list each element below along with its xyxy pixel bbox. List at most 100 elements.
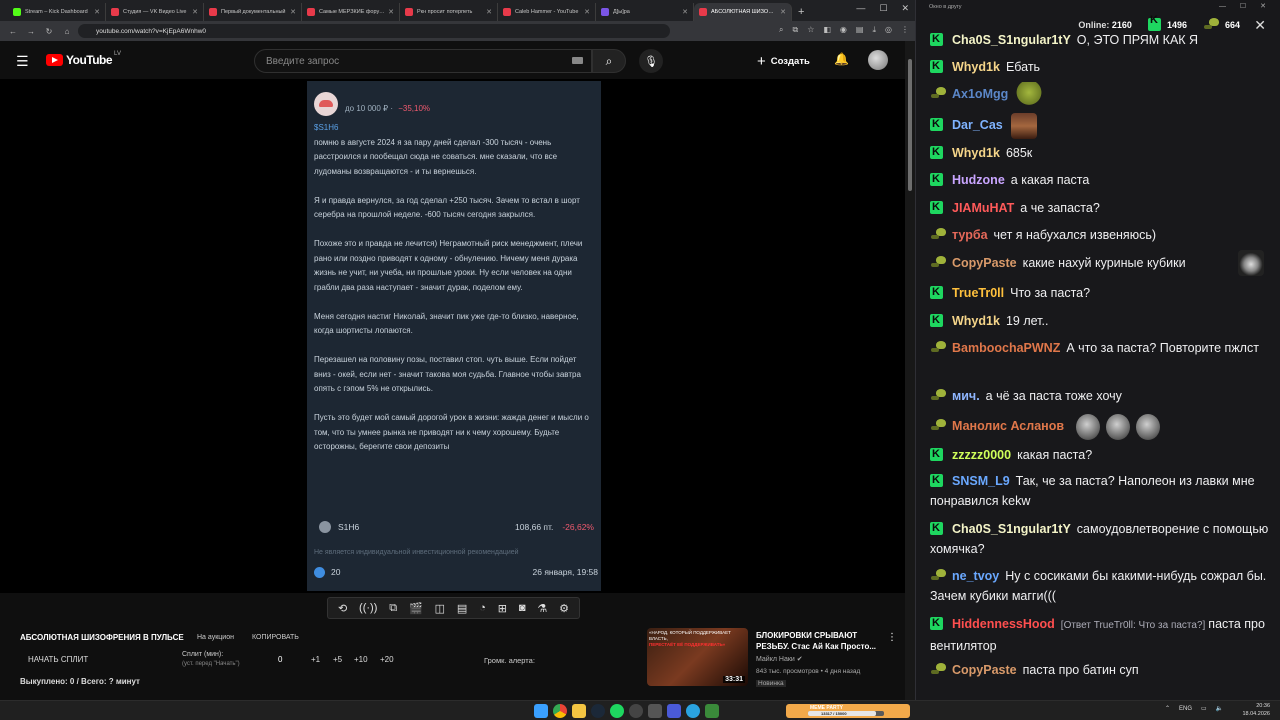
copy-button[interactable]: КОПИРОВАТЬ <box>252 634 299 641</box>
telegram-icon[interactable] <box>686 704 700 718</box>
film-icon[interactable]: ▤ <box>457 602 467 615</box>
chat-username[interactable]: ne_tvoy <box>952 569 999 583</box>
auction-button[interactable]: На аукцион <box>197 634 234 641</box>
loop-icon[interactable]: ⟲ <box>338 602 347 615</box>
split-minutes-value[interactable]: 0 <box>278 655 282 664</box>
tab-close-icon[interactable]: ✕ <box>94 8 100 16</box>
video-thumbnail[interactable]: «НАРОД, КОТОРЫЙ ПОДДЕРЖИВАЕТ ВЛАСТЬ, ПЕР… <box>647 628 748 686</box>
chat-username[interactable]: HiddennessHood <box>952 617 1055 631</box>
app-icon[interactable] <box>648 704 662 718</box>
scrollbar-thumb[interactable] <box>908 59 912 191</box>
forward-icon[interactable]: → <box>22 27 40 36</box>
start-split-button[interactable]: НАЧАТЬ СПЛИТ <box>28 655 88 664</box>
picture-in-picture-icon[interactable]: ⧉ <box>389 602 397 615</box>
tab-close-icon[interactable]: ✕ <box>682 8 688 16</box>
windows-start-icon[interactable] <box>534 704 548 718</box>
browser-tab[interactable]: Stream – Kick Dashboard ✕ <box>8 3 106 21</box>
add-10-button[interactable]: +10 <box>354 655 368 664</box>
create-button[interactable]: + Создать <box>757 49 810 73</box>
window-controls[interactable]: — ☐ ✕ <box>1219 2 1272 10</box>
back-icon[interactable]: ← <box>4 27 22 36</box>
chat-username[interactable]: Whyd1k <box>952 146 1000 160</box>
youtube-logo[interactable]: YouTube LV <box>46 51 121 67</box>
add-clip-icon[interactable]: ⊞ <box>498 602 507 615</box>
chat-reply-reference[interactable]: [Ответ TrueTr0ll: Что за паста?] <box>1061 620 1206 631</box>
url-field[interactable]: youtube.com/watch?v=KjEpA6Wnhw0 <box>78 24 670 38</box>
page-scrollbar[interactable] <box>905 41 915 700</box>
add-5-button[interactable]: +5 <box>333 655 342 664</box>
chat-username[interactable]: CopyPaste <box>952 256 1017 270</box>
clapper-icon[interactable]: 🎬 <box>409 602 423 615</box>
chat-username[interactable]: zzzzz0000 <box>952 448 1011 462</box>
tab-close-icon[interactable]: ✕ <box>486 8 492 16</box>
chat-username[interactable]: TrueTr0ll <box>952 286 1004 300</box>
speed-icon[interactable]: ◔ <box>479 602 486 614</box>
obs-icon[interactable] <box>629 704 643 718</box>
browser-tab[interactable]: Ркн просит потерпеть ✕ <box>400 3 498 21</box>
voice-search-button[interactable]: 🎙 <box>639 49 663 73</box>
browser-tab[interactable]: Д[ы]ра ✕ <box>596 3 694 21</box>
steam-icon[interactable] <box>591 704 605 718</box>
reload-icon[interactable]: ↻ <box>40 27 58 36</box>
clock[interactable]: 20:36 18.04.2026 <box>1242 702 1270 718</box>
spotify-icon[interactable] <box>610 704 624 718</box>
home-icon[interactable]: ⌂ <box>58 27 76 36</box>
tray-arrow-icon[interactable]: ⌃ <box>1165 705 1170 712</box>
close-icon[interactable]: ✕ <box>901 3 909 14</box>
notifications-bell-icon[interactable]: 🔔 <box>834 52 849 66</box>
search-input[interactable]: Введите запрос <box>254 49 592 73</box>
tab-close-icon[interactable]: ✕ <box>290 8 296 16</box>
hamburger-icon[interactable]: ☰ <box>16 53 29 70</box>
browser-tab[interactable]: Первый документальный ✕ <box>204 3 302 21</box>
video-player[interactable]: до 10 000 ₽ · −35,10% $S1H6 помню в авгу… <box>0 79 905 593</box>
chat-username[interactable]: мич. <box>952 389 980 403</box>
maximize-icon[interactable]: ☐ <box>879 3 887 14</box>
camera-icon[interactable]: ◙ <box>519 602 526 614</box>
chat-username[interactable]: SNSM_L9 <box>952 474 1010 488</box>
chat-username[interactable]: Whyd1k <box>952 314 1000 328</box>
chat-username[interactable]: Dar_Cas <box>952 118 1003 132</box>
flask-icon[interactable]: ⚗ <box>537 602 547 615</box>
crop-icon[interactable]: ◫ <box>435 602 445 615</box>
add-20-button[interactable]: +20 <box>380 655 394 664</box>
browser-tab[interactable]: АБСОЛЮТНАЯ ШИЗОФРЕНИЯ✕ <box>694 3 792 21</box>
gear-icon[interactable]: ⚙ <box>559 602 569 615</box>
browser-tab[interactable]: Caleb Hammer - YouTube ✕ <box>498 3 596 21</box>
extension-icon[interactable]: ◉ <box>840 25 847 35</box>
chat-username[interactable]: JIAMuHAT <box>952 201 1014 215</box>
chat-username[interactable]: Cha0S_S1ngular1tY <box>952 33 1071 47</box>
broadcast-icon[interactable]: ((·)) <box>359 602 377 614</box>
chat-username[interactable]: Cha0S_S1ngular1tY <box>952 522 1071 536</box>
add-1-button[interactable]: +1 <box>311 655 320 664</box>
language-indicator[interactable]: ENG <box>1179 706 1192 712</box>
network-icon[interactable]: ▭ <box>1201 705 1207 712</box>
keyboard-icon[interactable] <box>572 57 583 64</box>
browser-tab[interactable]: Студия — VK Видео Live ✕ <box>106 3 204 21</box>
chat-username[interactable]: BamboochaPWNZ <box>952 341 1060 355</box>
video-title[interactable]: БЛОКИРОВКИ СРЫВАЮТ РЕЗЬБУ. Стас Ай Как П… <box>756 630 891 652</box>
tab-close-icon[interactable]: ✕ <box>780 8 786 16</box>
install-icon[interactable]: ⧉ <box>792 25 798 35</box>
tab-close-icon[interactable]: ✕ <box>388 8 394 16</box>
tab-close-icon[interactable]: ✕ <box>192 8 198 16</box>
search-button[interactable]: ⌕ <box>592 49 626 73</box>
search-page-icon[interactable]: ⌕ <box>779 25 783 35</box>
chrome-icon[interactable] <box>553 704 567 718</box>
menu-icon[interactable]: ⋮ <box>901 25 909 35</box>
folder-icon[interactable] <box>572 704 586 718</box>
app-icon[interactable] <box>705 704 719 718</box>
channel-name[interactable]: Майкл Наки ✔ <box>756 655 803 663</box>
media-player-icon[interactable] <box>667 704 681 718</box>
chat-username[interactable]: Манолис Асланов <box>952 419 1064 433</box>
more-options-icon[interactable]: ⋮ <box>887 632 897 643</box>
chat-username[interactable]: CopyPaste <box>952 663 1017 677</box>
browser-tab[interactable]: Самые МЕРЗКИЕ форумы ✕ <box>302 3 400 21</box>
download-icon[interactable]: ⤓ <box>872 25 876 35</box>
chat-username[interactable]: турба <box>952 228 988 242</box>
avatar[interactable] <box>868 50 888 70</box>
bookmark-star-icon[interactable]: ☆ <box>807 25 814 35</box>
extension-icon[interactable]: ▤ <box>856 25 864 35</box>
tab-close-icon[interactable]: ✕ <box>584 8 590 16</box>
meme-party-widget[interactable]: MEME PARTY 13317 / 15000 <box>786 704 910 718</box>
extension-icon[interactable]: ◧ <box>823 25 831 35</box>
